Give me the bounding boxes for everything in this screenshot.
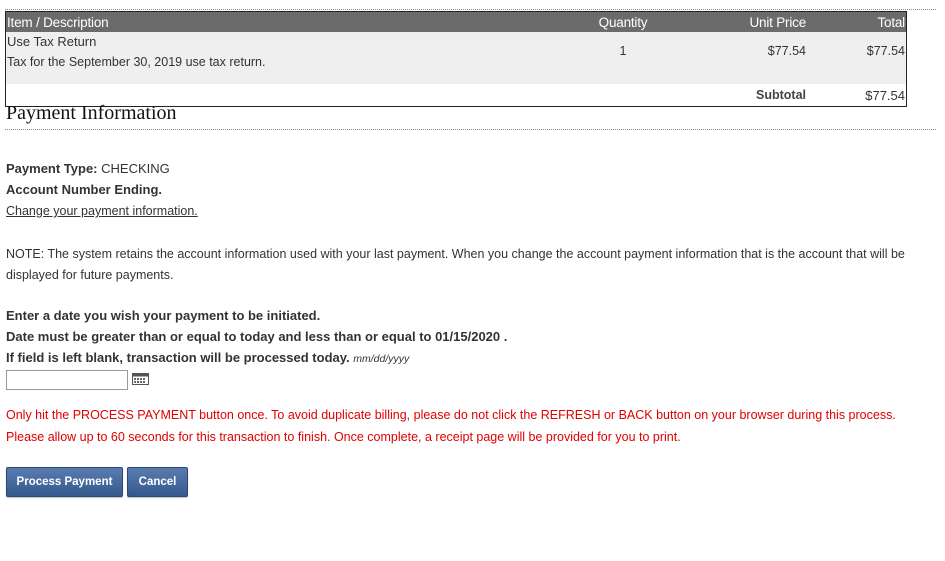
payment-type-label: Payment Type: bbox=[6, 161, 98, 176]
subtotal-label: Subtotal bbox=[680, 84, 807, 107]
calendar-icon[interactable] bbox=[132, 373, 149, 385]
item-name: Use Tax Return bbox=[7, 34, 97, 49]
top-divider bbox=[5, 9, 936, 10]
process-payment-button[interactable]: Process Payment bbox=[6, 467, 123, 497]
account-number-label: Account Number Ending. bbox=[6, 182, 162, 197]
subtotal-value: $77.54 bbox=[807, 84, 907, 107]
cancel-button[interactable]: Cancel bbox=[127, 467, 188, 497]
date-instruction: Enter a date you wish your payment to be… bbox=[6, 308, 321, 323]
warning-line-1: Only hit the PROCESS PAYMENT button once… bbox=[6, 408, 896, 422]
date-constraint: Date must be greater than or equal to to… bbox=[6, 329, 508, 344]
section-divider bbox=[5, 129, 936, 130]
item-description-cell: Use Tax Return Tax for the September 30,… bbox=[5, 32, 566, 84]
warning-line-2: Please allow up to 60 seconds for this t… bbox=[6, 430, 681, 444]
table-header-row: Item / Description Quantity Unit Price T… bbox=[5, 11, 907, 32]
item-unit-price: $77.54 bbox=[680, 32, 807, 84]
item-total: $77.54 bbox=[807, 32, 907, 84]
section-title: Payment Information bbox=[6, 102, 177, 124]
date-default-note: If field is left blank, transaction will… bbox=[6, 349, 409, 368]
payment-type-value: CHECKING bbox=[101, 161, 170, 176]
item-description: Tax for the September 30, 2019 use tax r… bbox=[7, 55, 266, 69]
payment-type: Payment Type: CHECKING bbox=[6, 160, 170, 178]
change-link-wrapper: Change your payment information. bbox=[6, 202, 198, 220]
header-unit-price: Unit Price bbox=[680, 11, 807, 32]
header-quantity: Quantity bbox=[566, 11, 680, 32]
date-format-hint: mm/dd/yyyy bbox=[353, 353, 410, 365]
order-summary-table: Item / Description Quantity Unit Price T… bbox=[5, 11, 907, 107]
item-quantity: 1 bbox=[566, 32, 680, 84]
subtotal-spacer bbox=[566, 84, 680, 107]
header-description: Item / Description bbox=[5, 11, 566, 32]
note-text: NOTE: The system retains the account inf… bbox=[6, 247, 905, 282]
payment-date-input[interactable] bbox=[6, 370, 128, 390]
header-total: Total bbox=[807, 11, 907, 32]
change-payment-link[interactable]: Change your payment information. bbox=[6, 204, 198, 218]
table-row: Use Tax Return Tax for the September 30,… bbox=[5, 32, 907, 84]
warning-message: Only hit the PROCESS PAYMENT button once… bbox=[6, 404, 941, 448]
date-default-text: If field is left blank, transaction will… bbox=[6, 350, 350, 365]
